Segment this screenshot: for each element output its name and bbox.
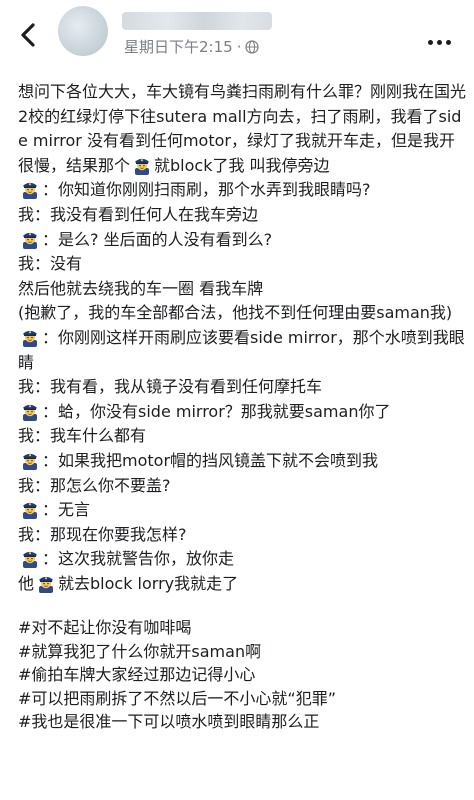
narration-line: (抱歉了，我的车全部都合法，他找不到任何理由要saman我) xyxy=(18,303,453,323)
police-officer-emoji xyxy=(20,548,40,568)
police-officer-emoji xyxy=(20,499,40,519)
hashtag[interactable]: #偷拍车牌大家经过那边记得小心 xyxy=(18,663,468,687)
post-paragraph-intro: 想问下各位大大，车大镜有鸟粪扫雨刷有什么罪？刚刚我在国光2校的红绿灯停下往sut… xyxy=(18,82,467,175)
narration-line: 他就去block lorry我就走了 xyxy=(18,573,239,593)
police-officer-emoji xyxy=(20,179,40,199)
author-name-blurred[interactable] xyxy=(122,12,272,30)
globe-icon xyxy=(245,39,260,54)
post-meta: 星期日下午2:15 · xyxy=(124,36,260,57)
dialog-line: 我：没有 xyxy=(18,254,83,274)
hashtag[interactable]: #我也是很准一下可以喷水喷到眼睛那么正 xyxy=(18,710,468,734)
meta-separator: · xyxy=(236,37,242,56)
chevron-left-icon xyxy=(21,23,35,47)
dialog-line: ：蛤，你没有side mirror？那我就要saman你了 xyxy=(18,400,468,425)
dialog-line: ：如果我把motor帽的挡风镜盖下就不会喷到我 xyxy=(18,449,468,474)
dialog-line: ：是么? 坐后面的人没有看到么? xyxy=(18,228,468,253)
post-header: 星期日下午2:15 · xyxy=(0,0,474,78)
more-options-button[interactable] xyxy=(428,36,458,48)
hashtag[interactable]: #就算我犯了什么你就开saman啊 xyxy=(18,640,468,664)
police-officer-emoji xyxy=(20,327,40,347)
narration-line: 然后他就去绕我的车一圈 看我车牌 xyxy=(18,278,264,298)
police-officer-emoji xyxy=(20,229,40,249)
post-time[interactable]: 星期日下午2:15 xyxy=(124,36,233,57)
dialog-line: ：无言 xyxy=(18,498,468,523)
back-button[interactable] xyxy=(14,20,44,50)
dialog-line: 我：我有看，我从镜子没有看到任何摩托车 xyxy=(18,377,323,397)
dialog-line: 我：我车什么都有 xyxy=(18,426,147,446)
dialog-line: 我：那现在你要我怎样? xyxy=(18,524,187,544)
dialog-line: 我：那怎么你不要盖? xyxy=(18,475,171,495)
more-dots-icon xyxy=(428,39,433,45)
avatar[interactable] xyxy=(58,6,108,56)
hashtag[interactable]: #对不起让你没有咖啡喝 xyxy=(18,616,468,640)
dialog-line: ：这次我就警告你，放你走 xyxy=(18,547,468,572)
dialog-line: ：你刚刚这样开雨刷应该要看side mirror，那个水喷到我眼睛 xyxy=(18,327,465,372)
dialog-line: 我：我没有看到任何人在我车旁边 xyxy=(18,204,259,224)
hashtag-list: #对不起让你没有咖啡喝 #就算我犯了什么你就开saman啊 #偷拍车牌大家经过那… xyxy=(18,616,468,734)
hashtag[interactable]: #可以把雨刷拆了不然以后一不小心就“犯罪” xyxy=(18,687,468,711)
dialog-line: ：你知道你刚刚扫雨刷，那个水弄到我眼睛吗? xyxy=(18,178,468,203)
police-officer-emoji xyxy=(132,155,152,175)
police-officer-emoji xyxy=(20,450,40,470)
post-body: 想问下各位大大，车大镜有鸟粪扫雨刷有什么罪？刚刚我在国光2校的红绿灯停下往sut… xyxy=(18,80,468,734)
police-officer-emoji xyxy=(20,401,40,421)
police-officer-emoji xyxy=(36,573,56,593)
